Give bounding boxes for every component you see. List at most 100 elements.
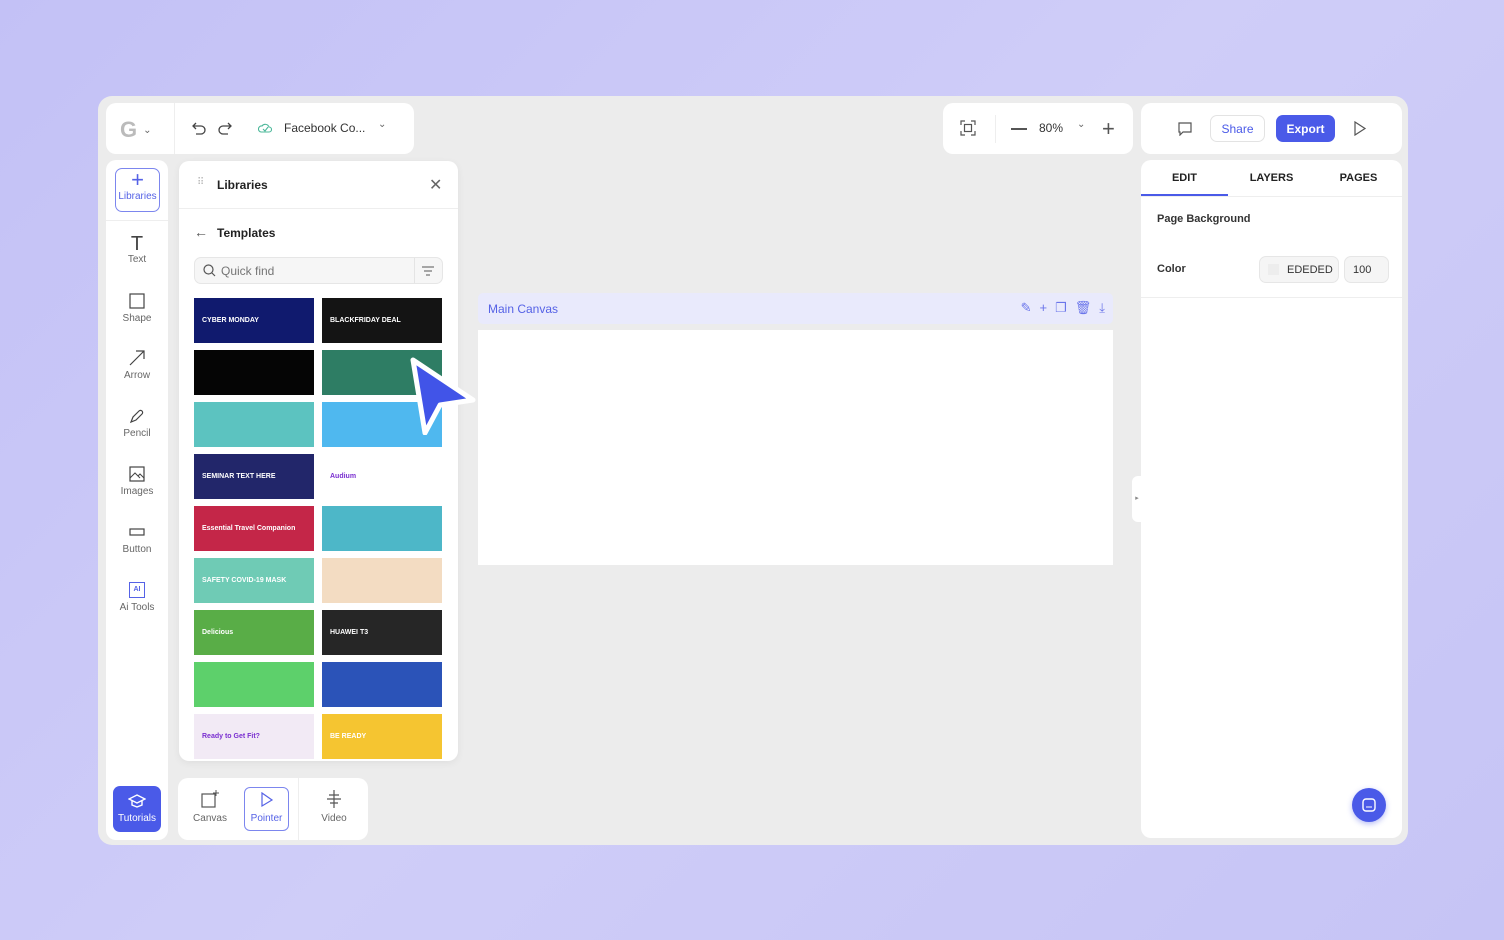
download-icon[interactable]: ⤓ [1099,301,1105,315]
canvas-mode-button[interactable]: Canvas [184,787,236,831]
search-box [194,257,443,284]
close-icon[interactable]: ✕ [429,175,442,195]
color-swatch[interactable] [1268,264,1279,275]
template-text: BLACKFRIDAY DEAL [330,317,401,324]
template-thumbnail[interactable]: CYBER MONDAY [194,298,314,343]
chevron-down-icon[interactable]: ⌄ [378,119,386,130]
arrow-icon [129,350,145,366]
chat-icon [1362,798,1376,812]
tool-arrow[interactable]: Arrow [106,350,168,381]
tutorials-button[interactable]: Tutorials [113,786,161,832]
tool-libraries[interactable]: + Libraries [115,168,160,212]
template-thumbnail[interactable]: HUAWEI T3 [322,610,442,655]
canvas-header: Main Canvas ✎ + ❐ 🗑︎ ⤓ [478,293,1113,324]
main-canvas[interactable] [478,330,1113,565]
tab-layers[interactable]: LAYERS [1228,160,1315,196]
template-thumbnail[interactable]: SEMINAR TEXT HERE [194,454,314,499]
tutorials-card: Tutorials [106,778,168,840]
play-icon[interactable] [1353,121,1367,136]
edit-icon[interactable]: ✎ [1021,301,1032,315]
graduation-cap-icon [128,794,146,808]
tool-button[interactable]: Button [106,524,168,555]
mode-toolbar: Canvas Pointer Video [178,778,368,840]
video-timeline-icon [327,790,341,808]
template-text: SAFETY COVID-19 MASK [202,577,287,584]
template-thumbnail[interactable]: Essential Travel Companion [194,506,314,551]
search-input[interactable] [221,262,411,280]
color-label: Color [1157,263,1186,275]
template-thumbnail[interactable] [322,506,442,551]
template-text: HUAWEI T3 [330,629,369,636]
libraries-panel: ⠿ Libraries ✕ ← Templates CYBER MONDAY BL… [179,161,458,761]
chevron-down-icon: ⌄ [143,124,152,136]
template-thumbnail[interactable]: BLACKFRIDAY DEAL [322,298,442,343]
color-field[interactable]: EDEDED [1259,256,1339,283]
template-text: Ready to Get Fit? [202,733,260,740]
template-text: BE READY [330,733,367,740]
zoom-in-button[interactable]: + [1102,116,1115,142]
tool-pencil[interactable]: Pencil [106,408,168,439]
opacity-field[interactable]: 100 [1344,256,1389,283]
tool-shape[interactable]: Shape [106,293,168,324]
fit-screen-icon[interactable] [960,120,976,136]
section-title: Page Background [1157,213,1251,225]
duplicate-icon[interactable]: ❐ [1055,301,1067,315]
template-thumbnail[interactable]: Delicious [194,610,314,655]
logo-menu[interactable]: G ⌄ [120,117,152,143]
undo-icon[interactable] [191,120,207,136]
zoom-level[interactable]: 80% [1039,121,1063,135]
panel-title: Libraries [217,178,268,192]
properties-panel: EDIT LAYERS PAGES Page Background Color … [1141,160,1402,838]
filter-icon[interactable] [422,266,434,276]
chat-support-button[interactable] [1352,788,1386,822]
video-mode-button[interactable]: Video [308,787,360,831]
add-icon[interactable]: + [1039,301,1047,315]
plus-icon: + [131,167,144,192]
template-thumbnail[interactable] [194,402,314,447]
tab-pages[interactable]: PAGES [1315,160,1402,196]
image-icon [129,466,145,482]
actions-toolbar: Share Export [1141,103,1402,154]
drag-handle-icon[interactable]: ⠿ [197,177,204,188]
pointer-mode-button[interactable]: Pointer [244,787,289,831]
square-icon [129,293,145,309]
zoom-out-button[interactable] [1011,128,1027,130]
ai-icon: AI [129,582,145,598]
export-button[interactable]: Export [1276,115,1335,142]
template-thumbnail[interactable]: Audium [322,454,442,499]
template-text: Audium [330,473,357,480]
pencil-icon [129,409,144,424]
search-icon [203,264,216,277]
file-toolbar: G ⌄ Facebook Co... ⌄ [106,103,414,154]
template-text: SEMINAR TEXT HERE [202,473,276,480]
file-name[interactable]: Facebook Co... [284,121,365,135]
comment-icon[interactable] [1177,122,1193,136]
pointer-icon [260,792,273,808]
section-title: Templates [217,226,276,240]
delete-icon[interactable]: 🗑︎ [1075,301,1092,315]
back-arrow-icon[interactable]: ← [194,224,208,240]
template-thumbnail[interactable] [322,558,442,603]
tab-edit[interactable]: EDIT [1141,160,1228,196]
template-thumbnail[interactable] [322,662,442,707]
canvas-title[interactable]: Main Canvas [488,302,558,316]
text-icon: T [130,233,144,255]
share-button[interactable]: Share [1210,115,1265,142]
template-thumbnail[interactable] [194,350,314,395]
tool-images[interactable]: Images [106,466,168,497]
template-text: Essential Travel Companion [202,525,296,532]
template-text: CYBER MONDAY [202,317,259,324]
chevron-down-icon[interactable]: ⌄ [1077,119,1085,130]
canvas-add-icon [201,790,219,808]
template-thumbnail[interactable]: Ready to Get Fit? [194,714,314,759]
cloud-saved-icon [258,122,272,134]
redo-icon[interactable] [217,120,233,136]
template-thumbnail[interactable] [194,662,314,707]
template-thumbnail[interactable]: SAFETY COVID-19 MASK [194,558,314,603]
tool-ai[interactable]: AI Ai Tools [106,582,168,613]
pointer-cursor-graphic [410,357,476,435]
tool-rail: + Libraries T Text Shape Arrow Pencil Ima… [106,160,168,830]
button-icon [129,528,145,536]
template-thumbnail[interactable]: BE READY [322,714,442,759]
tool-text[interactable]: T Text [106,234,168,265]
